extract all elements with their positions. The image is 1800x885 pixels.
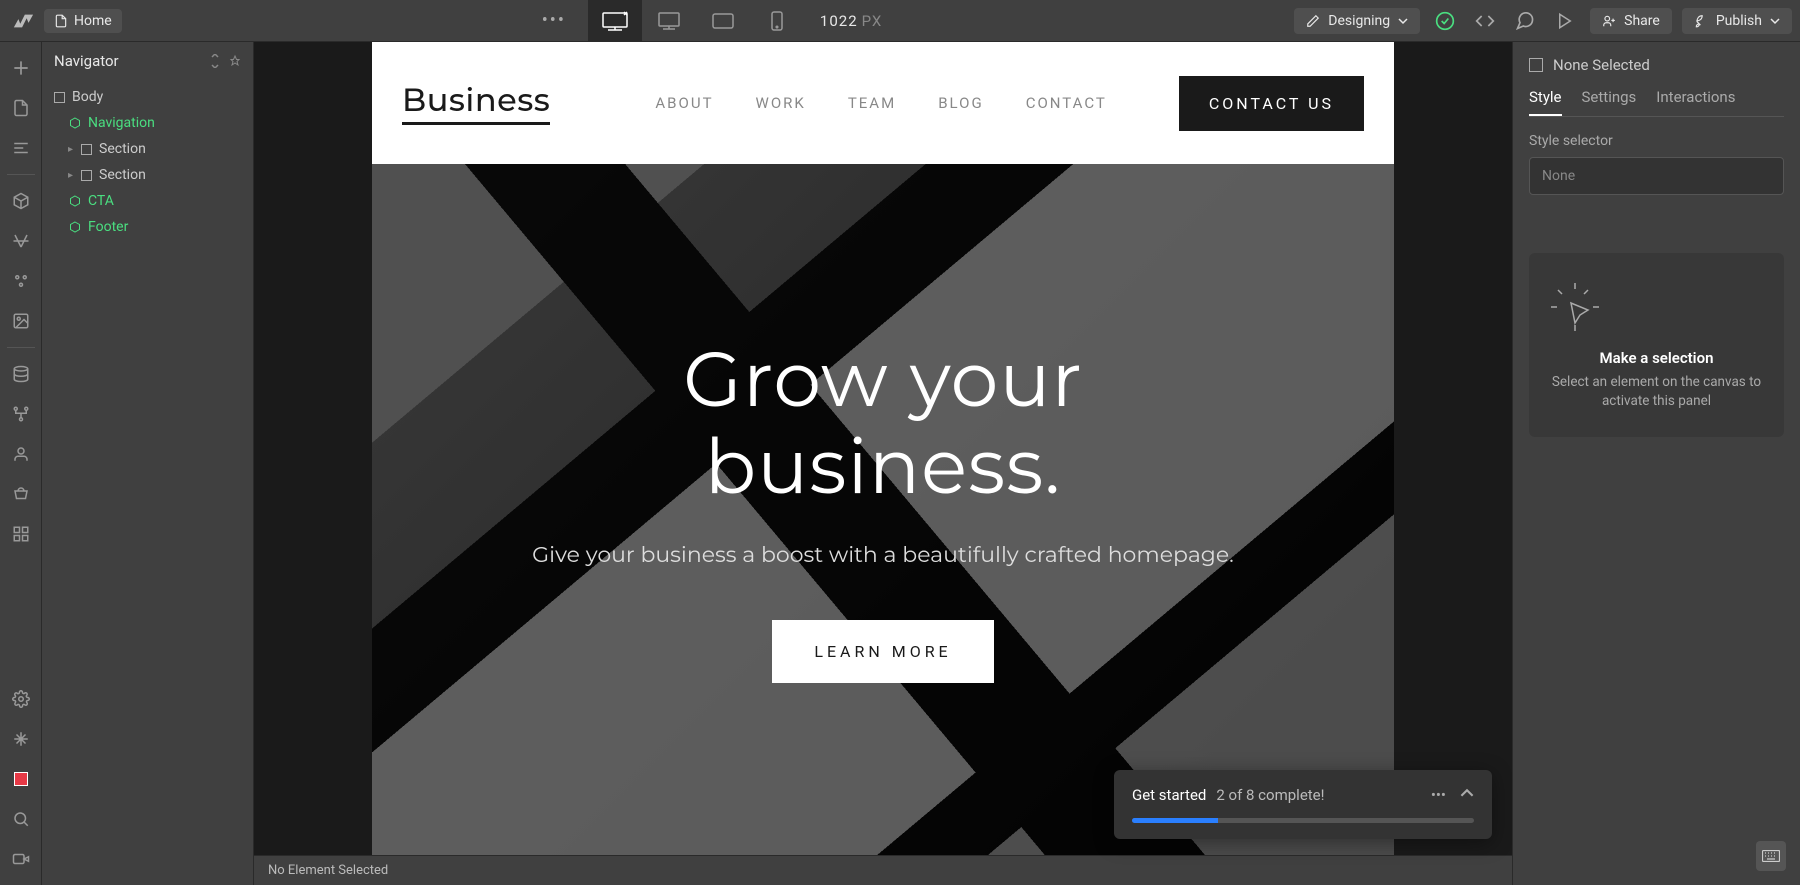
- navigator-panel: Navigator Body Navigation ▸ Section ▸: [42, 42, 254, 885]
- canvas-iframe[interactable]: Business ABOUT WORK TEAM BLOG CONTACT CO…: [372, 42, 1394, 855]
- chevron-down-icon: [1770, 16, 1780, 26]
- hero-section[interactable]: Grow yourbusiness. Give your business a …: [372, 164, 1394, 855]
- more-menu-icon[interactable]: •••: [534, 10, 574, 31]
- cursor-select-icon: [1547, 279, 1766, 335]
- keyboard-shortcuts-icon[interactable]: [1756, 841, 1786, 871]
- check-circle-icon[interactable]: [1430, 6, 1460, 36]
- user-plus-icon: [1602, 14, 1616, 28]
- collapse-toggle-icon[interactable]: [209, 54, 221, 68]
- home-page-button[interactable]: Home: [44, 9, 122, 33]
- onboard-more-icon[interactable]: •••: [1431, 786, 1446, 804]
- mode-dropdown[interactable]: Designing: [1294, 8, 1420, 34]
- viewport-width[interactable]: 1022PX: [820, 12, 882, 30]
- canvas-area: Business ABOUT WORK TEAM BLOG CONTACT CO…: [254, 42, 1512, 885]
- apps-icon[interactable]: [3, 516, 39, 552]
- nav-link-about[interactable]: ABOUT: [655, 94, 713, 112]
- comment-icon[interactable]: [1510, 6, 1540, 36]
- assets-icon[interactable]: [3, 303, 39, 339]
- home-label: Home: [74, 13, 112, 29]
- ecommerce-icon[interactable]: [3, 476, 39, 512]
- hero-subheading[interactable]: Give your business a boost with a beauti…: [532, 538, 1234, 572]
- tree-item-section[interactable]: ▸ Section: [42, 136, 253, 162]
- navigator-tree: Body Navigation ▸ Section ▸ Section CTA: [42, 80, 253, 244]
- component-icon: [68, 116, 82, 130]
- search-icon[interactable]: [3, 801, 39, 837]
- code-icon[interactable]: [1470, 6, 1500, 36]
- onboard-progress-fill: [1132, 818, 1218, 823]
- onboard-title: Get started: [1132, 786, 1206, 804]
- component-icon: [68, 220, 82, 234]
- onboard-progress-bar: [1132, 818, 1474, 823]
- cms-icon[interactable]: [3, 356, 39, 392]
- tab-interactions[interactable]: Interactions: [1656, 88, 1735, 116]
- video-icon[interactable]: [3, 841, 39, 877]
- nav-link-team[interactable]: TEAM: [848, 94, 896, 112]
- caret-icon[interactable]: ▸: [68, 144, 73, 155]
- tree-item-body[interactable]: Body: [42, 84, 253, 110]
- style-selector-label: Style selector: [1529, 133, 1784, 149]
- tree-item-section[interactable]: ▸ Section: [42, 162, 253, 188]
- pin-icon[interactable]: [229, 54, 241, 68]
- device-mobile-icon[interactable]: [750, 0, 804, 42]
- right-panel: None Selected Style Settings Interaction…: [1512, 42, 1800, 885]
- component-icon: [68, 194, 82, 208]
- learn-more-button[interactable]: LEARN MORE: [772, 620, 993, 683]
- navigator-icon[interactable]: [3, 130, 39, 166]
- chevron-down-icon: [1398, 16, 1408, 26]
- device-switcher: [588, 0, 804, 42]
- variables-icon[interactable]: [3, 223, 39, 259]
- status-bar: No Element Selected: [254, 855, 1512, 885]
- empty-state: Make a selection Select an element on th…: [1529, 253, 1784, 437]
- empty-state-subtitle: Select an element on the canvas to activ…: [1547, 373, 1766, 411]
- onboard-collapse-icon[interactable]: [1460, 786, 1474, 804]
- pencil-icon: [1306, 14, 1320, 28]
- left-rail: [0, 42, 42, 885]
- add-element-icon[interactable]: [3, 50, 39, 86]
- device-desktop-large-icon[interactable]: [588, 0, 642, 42]
- share-button[interactable]: Share: [1590, 8, 1672, 34]
- publish-button[interactable]: Publish: [1682, 8, 1792, 34]
- nav-link-work[interactable]: WORK: [756, 94, 806, 112]
- style-selector-input[interactable]: None: [1529, 157, 1784, 195]
- hero-heading[interactable]: Grow yourbusiness.: [532, 336, 1234, 511]
- device-tablet-icon[interactable]: [696, 0, 750, 42]
- rocket-icon: [1694, 14, 1708, 28]
- audit-icon[interactable]: [3, 761, 39, 797]
- selection-indicator: None Selected: [1529, 56, 1784, 74]
- webflow-logo-icon[interactable]: [8, 6, 38, 36]
- users-icon[interactable]: [3, 436, 39, 472]
- contact-us-button[interactable]: CONTACT US: [1179, 76, 1364, 131]
- sparkle-icon[interactable]: [3, 721, 39, 757]
- play-icon[interactable]: [1550, 6, 1580, 36]
- onboarding-toast: Get started 2 of 8 complete! •••: [1114, 770, 1492, 839]
- tab-settings[interactable]: Settings: [1582, 88, 1637, 116]
- site-navigation: Business ABOUT WORK TEAM BLOG CONTACT CO…: [372, 42, 1394, 164]
- settings-icon[interactable]: [3, 681, 39, 717]
- tab-style[interactable]: Style: [1529, 88, 1562, 116]
- style-manager-icon[interactable]: [3, 263, 39, 299]
- empty-state-title: Make a selection: [1547, 349, 1766, 367]
- pages-icon[interactable]: [3, 90, 39, 126]
- selection-box-icon: [1529, 58, 1543, 72]
- right-panel-tabs: Style Settings Interactions: [1529, 88, 1784, 117]
- top-right-actions: Designing Share Publish: [1294, 6, 1792, 36]
- navigator-title: Navigator: [54, 52, 119, 70]
- onboard-progress-text: 2 of 8 complete!: [1216, 786, 1324, 804]
- components-icon[interactable]: [3, 183, 39, 219]
- nav-link-contact[interactable]: CONTACT: [1026, 94, 1107, 112]
- caret-icon[interactable]: ▸: [68, 170, 73, 181]
- logic-icon[interactable]: [3, 396, 39, 432]
- nav-link-blog[interactable]: BLOG: [938, 94, 984, 112]
- page-icon: [54, 14, 68, 28]
- tree-item-navigation[interactable]: Navigation: [42, 110, 253, 136]
- tree-item-cta[interactable]: CTA: [42, 188, 253, 214]
- tree-item-footer[interactable]: Footer: [42, 214, 253, 240]
- site-logo[interactable]: Business: [402, 81, 550, 125]
- top-bar: Home ••• 1022PX Designing: [0, 0, 1800, 42]
- device-desktop-icon[interactable]: [642, 0, 696, 42]
